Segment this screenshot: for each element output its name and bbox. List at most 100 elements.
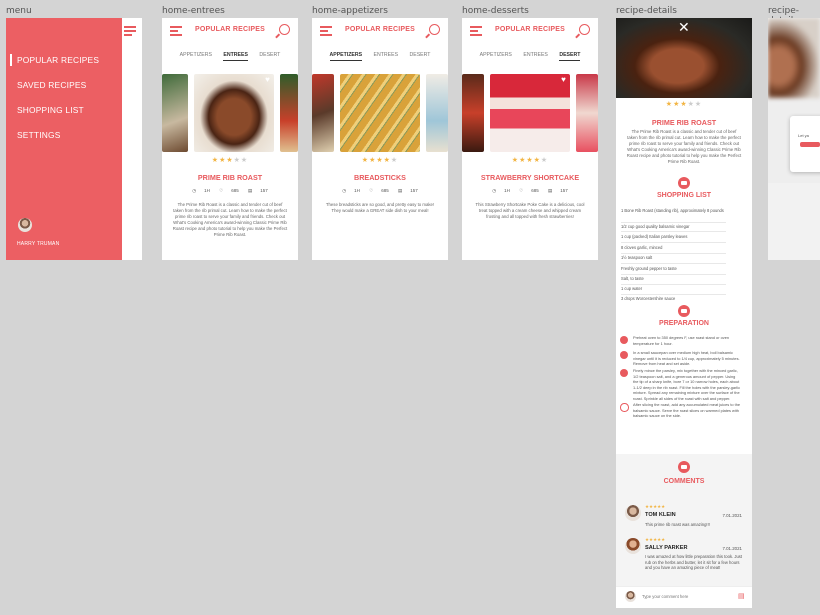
menu-item-settings[interactable]: SETTINGS bbox=[17, 130, 60, 140]
tab-entrees[interactable]: ENTREES bbox=[223, 52, 248, 61]
ingredient-item: 1/2 cup good quality balsamic vinegar bbox=[621, 224, 690, 229]
recipe-image[interactable] bbox=[490, 74, 570, 152]
clock-icon: ◷ bbox=[342, 188, 347, 193]
send-comment-icon[interactable]: ▤ bbox=[738, 592, 745, 600]
prev-recipe-thumbnail[interactable] bbox=[462, 74, 484, 152]
recipe-hero-image bbox=[768, 18, 820, 98]
divider bbox=[621, 263, 726, 264]
recipe-meta: ◷ 1H ♡ 685 ▤ 157 bbox=[312, 188, 448, 194]
hamburger-icon[interactable] bbox=[124, 26, 136, 36]
home-entrees-artboard: POPULAR RECIPES APPETIZERS ENTREES DESER… bbox=[162, 18, 298, 260]
clock-icon: ◷ bbox=[492, 188, 497, 193]
comment-text: This prime rib roast was amazing!!! bbox=[645, 522, 710, 527]
recipe-likes: 685 bbox=[381, 188, 389, 193]
tab-appetizers[interactable]: APPETIZERS bbox=[329, 52, 363, 61]
divider bbox=[621, 274, 726, 275]
preparation-step: Preheat oven to 350 degrees F, use roast… bbox=[633, 335, 730, 346]
recipe-time: 1H bbox=[504, 188, 510, 193]
recipe-likes: 685 bbox=[531, 188, 539, 193]
heart-icon[interactable]: ♥ bbox=[264, 76, 271, 84]
recipe-details-artboard: ✕ ★★★★★ PRIME RIB ROAST The Prime Rib Ro… bbox=[616, 18, 752, 608]
menu-item-popular-recipes[interactable]: POPULAR RECIPES bbox=[17, 55, 99, 65]
comment-icon[interactable]: ▤ bbox=[398, 188, 402, 193]
menu-item-saved-recipes[interactable]: SAVED RECIPES bbox=[17, 80, 86, 90]
comment-input[interactable] bbox=[642, 591, 728, 601]
preparation-step: After slicing the roast, add any accumul… bbox=[633, 402, 741, 418]
tab-entrees[interactable]: ENTREES bbox=[374, 52, 399, 60]
step-unchecked-icon[interactable] bbox=[620, 403, 629, 412]
menu-active-indicator bbox=[10, 54, 12, 66]
commenter-avatar[interactable] bbox=[625, 505, 641, 521]
recipe-image[interactable] bbox=[194, 74, 274, 152]
heart-outline-icon[interactable]: ♡ bbox=[519, 188, 523, 193]
tab-appetizers[interactable]: APPETIZERS bbox=[480, 52, 512, 60]
commenter-name: SALLY PARKER bbox=[645, 545, 688, 551]
clock-icon: ◷ bbox=[192, 188, 197, 193]
app-title: POPULAR RECIPES bbox=[345, 26, 415, 33]
recipe-comments: 157 bbox=[260, 188, 268, 193]
tab-entrees[interactable]: ENTREES bbox=[523, 52, 548, 60]
ingredient-item: 1½ teaspoon salt bbox=[621, 255, 653, 260]
prev-recipe-thumbnail[interactable] bbox=[312, 74, 334, 152]
prev-recipe-thumbnail[interactable] bbox=[162, 74, 188, 152]
artboard-label-home-entrees: home-entrees bbox=[162, 6, 225, 16]
tab-desert[interactable]: DESERT bbox=[410, 52, 431, 60]
category-tabs: APPETIZERS ENTREES DESERT bbox=[462, 52, 598, 61]
recipe-description: The Prime Rib Roast is a classic and ten… bbox=[172, 202, 288, 237]
tab-desert[interactable]: DESERT bbox=[259, 52, 280, 60]
divider bbox=[621, 242, 726, 243]
ingredient-item: 1 Bone Rib Roast (standing rib), approxi… bbox=[621, 208, 724, 213]
tab-desert[interactable]: DESERT bbox=[559, 52, 581, 61]
ingredient-item: 1 cup (packed) Italian parsley leaves bbox=[621, 234, 688, 239]
heart-outline-icon[interactable]: ♡ bbox=[219, 188, 223, 193]
artboard-label-menu: menu bbox=[6, 6, 32, 16]
close-icon[interactable]: ✕ bbox=[678, 19, 690, 36]
recipe-rating: ★★★★★ bbox=[211, 157, 249, 164]
recipe-name[interactable]: BREADSTICKS bbox=[312, 173, 448, 182]
menu-artboard: POPULAR RECIPES SAVED RECIPES SHOPPING L… bbox=[6, 18, 142, 260]
ingredient-item: 1 cup water bbox=[621, 286, 643, 291]
recipe-meta: ◷ 1H ♡ 685 ▤ 157 bbox=[162, 188, 298, 194]
comment-date: 7.01.2021 bbox=[722, 546, 742, 551]
step-checked-icon[interactable] bbox=[620, 336, 628, 344]
divider bbox=[621, 222, 726, 223]
heart-outline-icon[interactable]: ♡ bbox=[369, 188, 373, 193]
tab-appetizers[interactable]: APPETIZERS bbox=[180, 52, 212, 60]
modal-text: Let ya bbox=[798, 133, 809, 138]
content-blurred bbox=[768, 183, 820, 260]
recipe-name[interactable]: STRAWBERRY SHORTCAKE bbox=[462, 173, 598, 182]
recipe-image[interactable] bbox=[340, 74, 420, 152]
menu-item-shopping-list[interactable]: SHOPPING LIST bbox=[17, 105, 84, 115]
recipe-rating: ★★★★★ bbox=[361, 157, 399, 164]
recipe-time: 1H bbox=[204, 188, 210, 193]
next-recipe-thumbnail[interactable] bbox=[576, 74, 598, 152]
heart-icon[interactable]: ♥ bbox=[560, 76, 567, 84]
recipe-description: The Prime Rib Roast is a classic and ten… bbox=[626, 129, 742, 164]
shopping-cart-icon bbox=[678, 177, 690, 189]
divider bbox=[621, 253, 726, 254]
step-checked-icon[interactable] bbox=[620, 351, 628, 359]
commenter-name: TOM KLEIN bbox=[645, 512, 676, 518]
modal-dialog: Let ya bbox=[790, 116, 820, 172]
step-checked-icon[interactable] bbox=[620, 369, 628, 377]
comment-icon[interactable]: ▤ bbox=[548, 188, 552, 193]
recipe-name[interactable]: PRIME RIB ROAST bbox=[162, 173, 298, 182]
preparation-step: Finely mince the parsley, mix together w… bbox=[633, 368, 741, 401]
next-recipe-thumbnail[interactable] bbox=[280, 74, 298, 152]
comments-title: COMMENTS bbox=[663, 478, 705, 485]
home-appetizers-artboard: POPULAR RECIPES APPETIZERS ENTREES DESER… bbox=[312, 18, 448, 260]
comment-icon[interactable]: ▤ bbox=[248, 188, 252, 193]
commenter-avatar[interactable] bbox=[625, 538, 641, 554]
ingredient-item: 3 drops Worcestershire sauce bbox=[621, 296, 676, 301]
shopping-list-title: SHOPPING LIST bbox=[656, 192, 712, 199]
search-icon[interactable] bbox=[429, 24, 440, 35]
user-avatar[interactable] bbox=[18, 218, 32, 232]
divider bbox=[621, 294, 726, 295]
modal-action-button[interactable] bbox=[800, 142, 820, 147]
category-tabs: APPETIZERS ENTREES DESERT bbox=[162, 52, 298, 61]
next-recipe-thumbnail[interactable] bbox=[426, 74, 448, 152]
search-icon[interactable] bbox=[279, 24, 290, 35]
ingredient-item: Salt, to taste bbox=[621, 276, 644, 281]
search-icon[interactable] bbox=[579, 24, 590, 35]
preparation-step: In a small saucepan over medium high hea… bbox=[633, 350, 740, 366]
